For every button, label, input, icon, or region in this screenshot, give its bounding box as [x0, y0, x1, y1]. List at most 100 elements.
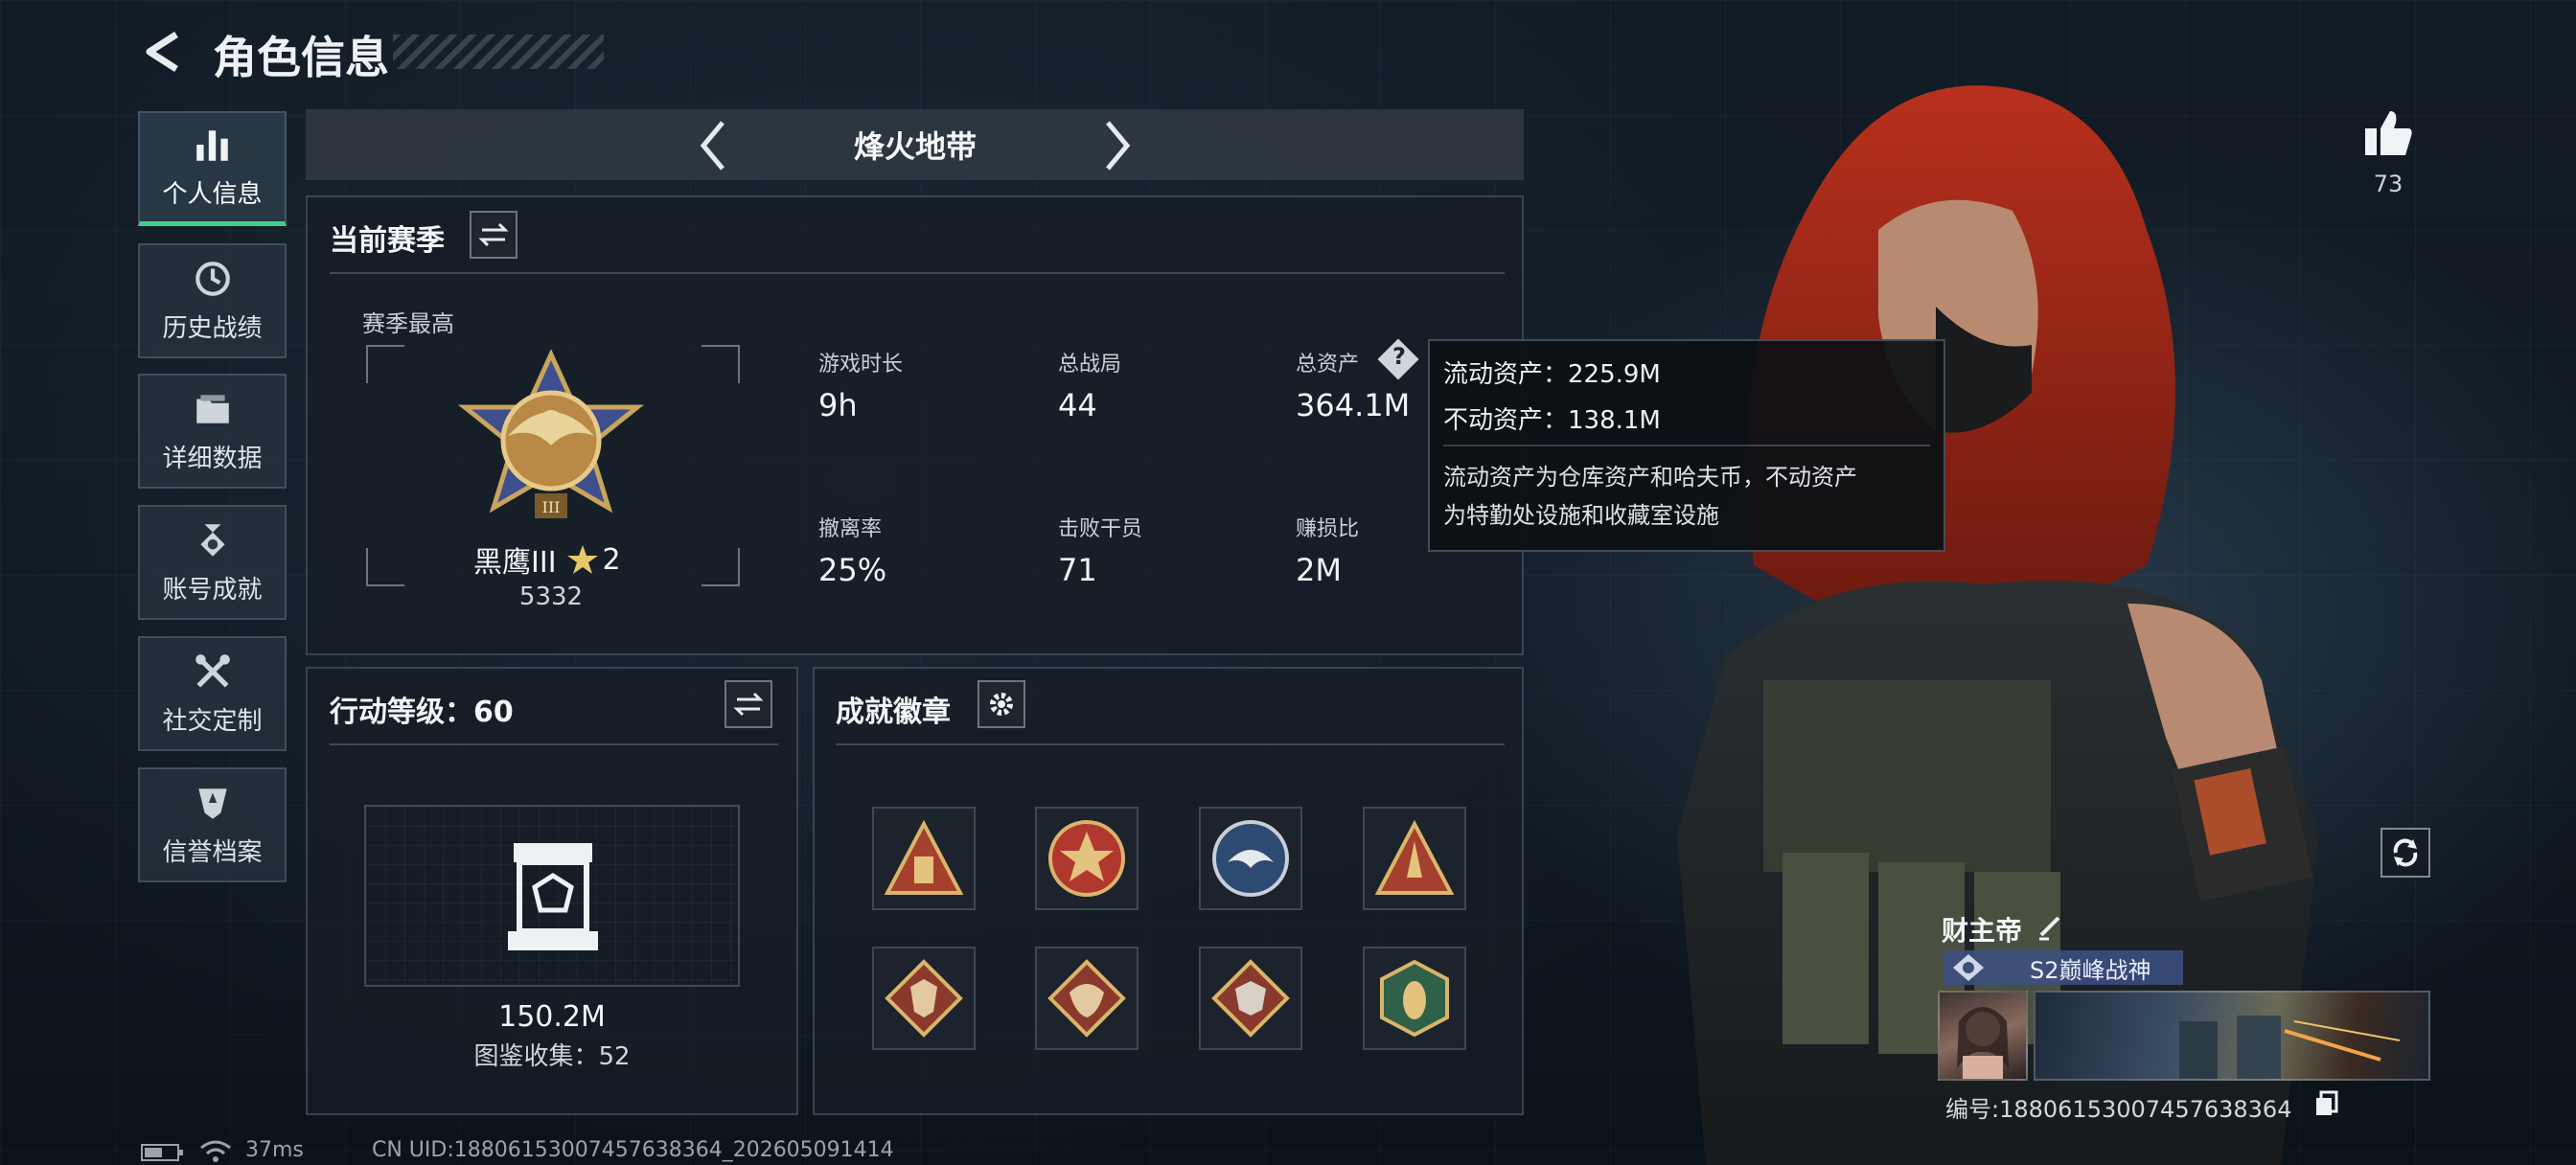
season-switch-button[interactable]	[470, 211, 518, 259]
badge-slot-1[interactable]	[872, 807, 976, 910]
badge-slot-3[interactable]	[1199, 807, 1302, 910]
badge-slot-7[interactable]	[1199, 947, 1302, 1050]
action-level-title: 行动等级：60	[330, 696, 514, 729]
star-icon	[566, 545, 598, 574]
divider	[330, 743, 778, 745]
gear-icon	[990, 693, 1013, 716]
medal-icon	[199, 523, 225, 557]
stat-value: 9h	[818, 387, 858, 423]
collection-count: 图鉴收集：52	[473, 1042, 631, 1071]
badge-slot-5[interactable]	[872, 947, 976, 1050]
frame-corner	[702, 548, 740, 586]
eagle-round-badge-icon	[1212, 820, 1289, 897]
nav-label: 社交定制	[162, 706, 263, 736]
help-mark: ?	[1392, 343, 1406, 370]
rank-line: 黑鹰III 2	[473, 538, 621, 581]
battery-icon	[141, 1144, 183, 1161]
nav-detailed-data[interactable]: 详细数据	[138, 374, 287, 489]
copy-icon[interactable]	[2313, 1090, 2340, 1117]
nav-label: 信誉档案	[162, 837, 263, 867]
asset-tooltip: 流动资产：225.9M 不动资产：138.1M 流动资产为仓库资产和哈夫币，不动…	[1428, 339, 1945, 552]
nav-label: 个人信息	[162, 180, 263, 209]
achievement-settings-button[interactable]	[978, 680, 1025, 728]
page-title: 角色信息	[213, 32, 389, 83]
divider	[1443, 445, 1930, 446]
rotate-icon	[2393, 838, 2418, 867]
nav-history-record[interactable]: 历史战绩	[138, 243, 287, 358]
prev-mode-arrow-icon[interactable]	[698, 119, 728, 172]
wolf-diamond-badge-icon	[885, 959, 963, 1038]
peak-warrior-icon	[1953, 954, 1984, 981]
clock-icon	[195, 261, 230, 296]
back-arrow-icon[interactable]	[142, 31, 184, 73]
frame-corner	[366, 548, 404, 586]
badge-slot-8[interactable]	[1363, 947, 1466, 1050]
rotate-model-button[interactable]	[2380, 828, 2430, 878]
hornet-hex-badge-icon	[1380, 959, 1449, 1038]
achievement-title: 成就徽章	[836, 696, 951, 729]
frame-corner	[366, 345, 404, 383]
rank-name: 黑鹰III	[473, 546, 557, 580]
action-level-switch-button[interactable]	[724, 680, 772, 728]
collection-value: 150.2M	[498, 1000, 606, 1034]
tooltip-desc-line1: 流动资产为仓库资产和哈夫币，不动资产	[1443, 464, 1857, 491]
stat-label: 总资产	[1296, 353, 1360, 377]
dragon-diamond-badge-icon	[1047, 959, 1126, 1038]
swap-icon	[478, 222, 509, 247]
ping-value: 37ms	[245, 1138, 304, 1162]
stat-label: 击败干员	[1058, 517, 1143, 541]
nav-credit-file[interactable]: 信誉档案	[138, 767, 287, 882]
rank-stars: 2	[602, 542, 621, 577]
stat-value: 71	[1058, 552, 1097, 588]
rank-score: 5332	[518, 582, 584, 611]
triangle-supply-badge-icon	[884, 819, 964, 895]
nav-label: 历史战绩	[162, 313, 263, 343]
stat-value: 25%	[818, 552, 887, 588]
divider	[330, 272, 1505, 274]
bar-chart-icon	[196, 130, 228, 161]
player-avatar[interactable]	[1938, 991, 2028, 1081]
stat-label: 游戏时长	[818, 353, 904, 377]
badge-slot-2[interactable]	[1035, 807, 1138, 910]
badge-slot-6[interactable]	[1035, 947, 1138, 1050]
player-banner[interactable]	[2034, 991, 2430, 1081]
nav-personal-info[interactable]: 个人信息	[138, 111, 287, 226]
divider	[836, 743, 1505, 745]
shield-icon	[197, 788, 227, 819]
badge-slot-4[interactable]	[1363, 807, 1466, 910]
tools-icon	[195, 653, 230, 688]
nav-account-achievement[interactable]: 账号成就	[138, 505, 287, 620]
thumbs-up-icon[interactable]	[2361, 105, 2415, 159]
rank-emblem-icon: III	[457, 350, 645, 518]
star-shield-badge-icon	[1048, 820, 1125, 897]
stat-value: 2M	[1296, 552, 1342, 588]
display-case-icon	[508, 843, 598, 950]
next-mode-arrow-icon[interactable]	[1102, 119, 1133, 172]
tooltip-liquid-assets: 流动资产：225.9M	[1443, 360, 1661, 389]
svg-text:III: III	[542, 498, 561, 516]
tooltip-fixed-assets: 不动资产：138.1M	[1443, 406, 1661, 435]
avatar-portrait-icon	[1957, 1007, 2009, 1079]
edit-pencil-icon[interactable]	[2036, 912, 2064, 941]
stat-value: 364.1M	[1296, 387, 1411, 423]
wifi-icon	[200, 1140, 231, 1162]
player-name: 财主帝	[1942, 915, 2023, 947]
season-title: 当前赛季	[330, 224, 445, 258]
swap-icon	[733, 692, 764, 717]
nav-social-custom[interactable]: 社交定制	[138, 636, 287, 751]
folder-icon	[196, 394, 229, 423]
banner-soldiers-icon	[2179, 1016, 2401, 1079]
like-count: 73	[2373, 171, 2404, 197]
player-title-badge: S2巅峰战神	[1944, 950, 2183, 985]
stat-value: 44	[1058, 387, 1097, 423]
triangle-rocket-badge-icon	[1374, 819, 1455, 895]
player-id: 编号:18806153007457638364	[1945, 1096, 2292, 1123]
stat-label: 总战局	[1058, 353, 1122, 377]
title-stripe-decor	[393, 34, 604, 69]
stat-label: 撤离率	[818, 517, 883, 541]
nav-label: 详细数据	[162, 444, 263, 473]
beast-diamond-badge-icon	[1211, 959, 1290, 1038]
mode-title: 烽火地带	[853, 128, 977, 165]
frame-corner	[702, 345, 740, 383]
stat-label: 赚损比	[1296, 517, 1360, 541]
